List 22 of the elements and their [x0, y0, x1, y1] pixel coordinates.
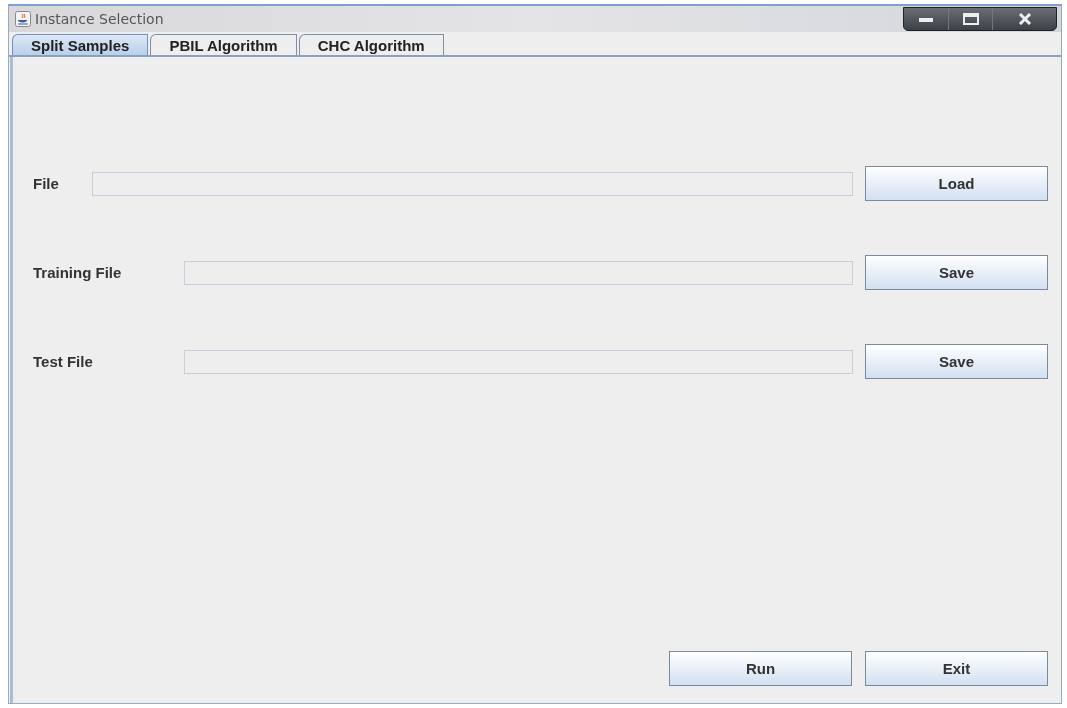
action-button[interactable]: Exit: [865, 651, 1048, 686]
tab[interactable]: PBIL Algorithm: [150, 34, 297, 55]
maximize-icon: [962, 13, 979, 25]
minimize-button[interactable]: [904, 8, 948, 30]
minimize-icon: [919, 16, 933, 22]
java-cup-icon: [15, 11, 31, 27]
tab[interactable]: CHC Algorithm: [298, 34, 444, 55]
action-button[interactable]: Run: [669, 651, 852, 686]
action-button[interactable]: Load: [865, 166, 1048, 201]
maximize-button[interactable]: [948, 8, 992, 30]
input-field[interactable]: [184, 349, 853, 374]
close-icon: [1017, 13, 1032, 25]
close-button[interactable]: [992, 8, 1056, 30]
window-title: Instance Selection: [35, 11, 164, 27]
tab[interactable]: Split Samples: [12, 34, 149, 55]
input-field[interactable]: [184, 260, 853, 285]
field-label: Training File: [33, 264, 123, 281]
action-button[interactable]: Save: [865, 255, 1048, 290]
action-button[interactable]: Save: [865, 344, 1048, 379]
field-label: Test File: [33, 353, 94, 370]
input-field[interactable]: [92, 171, 853, 196]
field-label: File: [33, 175, 60, 192]
